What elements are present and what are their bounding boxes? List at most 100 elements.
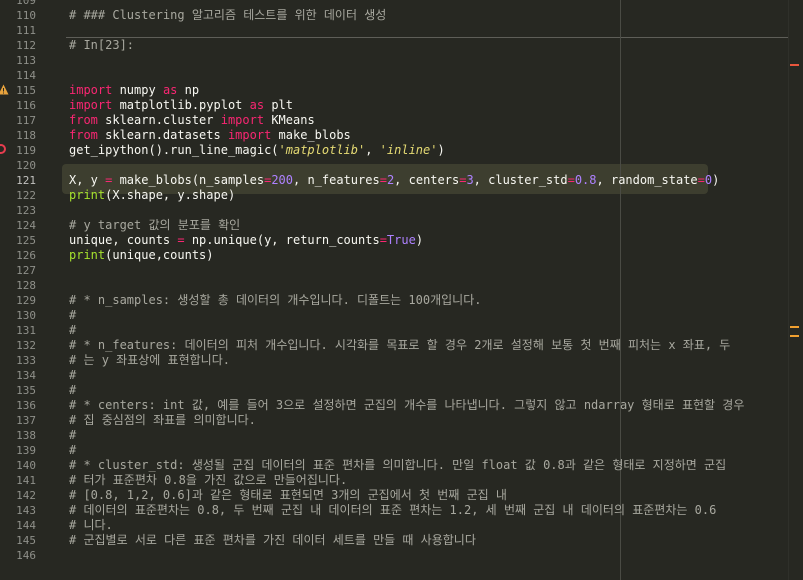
code-line[interactable]: # 니다. xyxy=(62,518,790,533)
code-line[interactable]: from sklearn.datasets import make_blobs xyxy=(62,128,790,143)
vertical-scrollbar[interactable] xyxy=(788,0,803,580)
code-token: import xyxy=(220,113,265,127)
code-line[interactable]: # * cluster_std: 생성될 군집 데이터의 표준 편차를 의미합니… xyxy=(62,458,790,473)
code-line[interactable]: print(unique,counts) xyxy=(62,248,790,263)
line-number: 111 xyxy=(16,24,36,37)
code-token: print xyxy=(69,188,106,202)
code-line[interactable]: get_ipython().run_line_magic('matplotlib… xyxy=(62,143,790,158)
code-token: # xyxy=(69,368,77,382)
code-line[interactable]: # 집 중심점의 좌표를 의미합니다. xyxy=(62,413,790,428)
error-icon[interactable] xyxy=(0,144,6,154)
code-token: , xyxy=(365,143,380,157)
line-number: 135 xyxy=(16,384,36,397)
code-line[interactable]: # 는 y 좌표상에 표현합니다. xyxy=(62,353,790,368)
line-number: 116 xyxy=(16,99,36,112)
code-line[interactable] xyxy=(62,68,790,83)
code-line[interactable] xyxy=(62,548,790,563)
code-line[interactable]: # 데이터의 표준편차는 0.8, 두 번째 군집 내 데이터의 표준 편차는 … xyxy=(62,503,790,518)
code-token: make_blobs(n_samples xyxy=(112,173,265,187)
code-line[interactable] xyxy=(62,278,790,293)
line-number: 136 xyxy=(16,399,36,412)
code-line[interactable]: # 터가 표준편차 0.8을 가진 값으로 만들어집니다. xyxy=(62,473,790,488)
code-token: 200 xyxy=(271,173,293,187)
minimap-error-marker[interactable] xyxy=(790,64,799,66)
code-token: # y target 값의 분포를 확인 xyxy=(69,218,241,232)
code-token: sklearn.cluster xyxy=(97,113,221,127)
code-token: plt xyxy=(264,98,293,112)
line-number: 109 xyxy=(16,0,36,7)
line-number: 128 xyxy=(16,279,36,292)
line-number: 132 xyxy=(16,339,36,352)
line-number: 117 xyxy=(16,114,36,127)
code-token: , cluster_std xyxy=(473,173,568,187)
code-token: np.unique(y, return_counts xyxy=(184,233,380,247)
code-line[interactable]: # * centers: int 값, 예를 들어 3으로 설정하면 군집의 개… xyxy=(62,398,790,413)
code-token: = xyxy=(177,233,185,247)
code-line[interactable]: print(X.shape, y.shape) xyxy=(62,188,790,203)
line-number: 144 xyxy=(16,519,36,532)
code-line[interactable]: # ### Clustering 알고리즘 테스트를 위한 데이터 생성 xyxy=(62,8,790,23)
code-token: get_ipython().run_line_magic( xyxy=(69,143,279,157)
code-line[interactable]: # In[23]: xyxy=(62,38,790,53)
code-line[interactable] xyxy=(62,203,790,218)
line-number: 137 xyxy=(16,414,36,427)
code-line[interactable] xyxy=(62,0,790,8)
minimap-warning-marker[interactable] xyxy=(790,335,799,337)
code-line[interactable]: # xyxy=(62,368,790,383)
code-editor[interactable]: # ### Clustering 알고리즘 테스트를 위한 데이터 생성 # In… xyxy=(62,0,790,580)
code-line[interactable]: # y target 값의 분포를 확인 xyxy=(62,218,790,233)
line-number: 134 xyxy=(16,369,36,382)
code-line[interactable]: X, y = make_blobs(n_samples = 200, n_featu… xyxy=(62,173,790,188)
code-token: matplotlib.pyplot xyxy=(112,98,250,112)
code-token: # 데이터의 표준편차는 0.8, 두 번째 군집 내 데이터의 표준 편차는 … xyxy=(69,503,717,517)
code-line[interactable]: import numpy as np xyxy=(62,83,790,98)
code-token: = xyxy=(379,173,387,187)
code-line[interactable] xyxy=(62,158,790,173)
minimap-warning-marker[interactable] xyxy=(790,326,799,328)
code-token: # xyxy=(69,308,77,322)
code-line[interactable]: # xyxy=(62,383,790,398)
code-token: ) xyxy=(437,143,445,157)
code-token: # xyxy=(69,323,77,337)
line-number: 133 xyxy=(16,354,36,367)
code-line[interactable]: # xyxy=(62,323,790,338)
code-token: , random_state xyxy=(596,173,698,187)
code-line[interactable]: # xyxy=(62,443,790,458)
code-line[interactable]: # * n_samples: 생성할 총 데이터의 개수입니다. 디폴트는 10… xyxy=(62,293,790,308)
code-token: = xyxy=(567,173,575,187)
line-number: 146 xyxy=(16,549,36,562)
code-line[interactable]: # * n_features: 데이터의 피처 개수입니다. 시각화를 목표로 … xyxy=(62,338,790,353)
line-number: 114 xyxy=(16,69,36,82)
code-line[interactable]: from sklearn.cluster import KMeans xyxy=(62,113,790,128)
line-number: 122 xyxy=(16,189,36,202)
code-token: ) xyxy=(712,173,720,187)
code-token: # 터가 표준편차 0.8을 가진 값으로 만들어집니다. xyxy=(69,473,348,487)
line-number: 129 xyxy=(16,294,36,307)
code-token: # [0.8, 1,2, 0.6]과 같은 형태로 표현되면 3개의 군집에서 … xyxy=(69,488,507,502)
code-token: import xyxy=(69,83,113,97)
code-line[interactable] xyxy=(62,53,790,68)
code-token: # * n_features: 데이터의 피처 개수입니다. 시각화를 목표로 … xyxy=(69,338,731,352)
code-line[interactable]: # xyxy=(62,428,790,443)
code-line[interactable] xyxy=(62,23,790,38)
line-number: 130 xyxy=(16,309,36,322)
line-number: 138 xyxy=(16,429,36,442)
code-line[interactable]: # [0.8, 1,2, 0.6]과 같은 형태로 표현되면 3개의 군집에서 … xyxy=(62,488,790,503)
line-number: 131 xyxy=(16,324,36,337)
code-token: np xyxy=(177,83,200,97)
code-token: from xyxy=(69,113,98,127)
code-token: import xyxy=(69,98,113,112)
line-number: 143 xyxy=(16,504,36,517)
code-line[interactable]: import matplotlib.pyplot as plt xyxy=(62,98,790,113)
code-token: , n_features xyxy=(293,173,380,187)
code-line[interactable] xyxy=(62,263,790,278)
code-line[interactable]: # xyxy=(62,308,790,323)
code-token: unique, counts xyxy=(69,233,178,247)
code-token: # xyxy=(69,383,77,397)
line-number: 119 xyxy=(16,144,36,157)
code-line[interactable]: # 군집별로 서로 다른 표준 편차를 가진 데이터 세트를 만들 때 사용합니… xyxy=(62,533,790,548)
code-token: # * centers: int 값, 예를 들어 3으로 설정하면 군집의 개… xyxy=(69,398,745,412)
code-token: # * n_samples: 생성할 총 데이터의 개수입니다. 디폴트는 10… xyxy=(69,293,482,307)
code-token: True xyxy=(386,233,416,247)
code-line[interactable]: unique, counts = np.unique(y, return_cou… xyxy=(62,233,790,248)
